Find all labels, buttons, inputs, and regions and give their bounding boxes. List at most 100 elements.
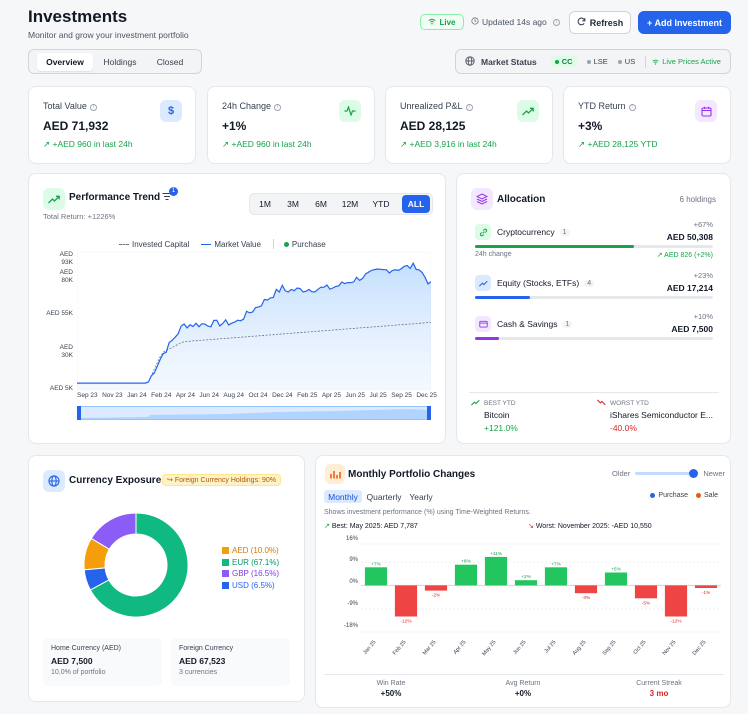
monthly-title: Monthly Portfolio Changes	[348, 469, 476, 480]
trending-up-icon	[43, 188, 65, 210]
y-tick: AED 5K	[49, 385, 73, 392]
trending-up-icon	[517, 100, 539, 122]
bar-apr-25[interactable]	[454, 564, 478, 586]
x-tick-label: Jun 25	[512, 639, 527, 656]
allocation-row-cash[interactable]: Cash & Savings 1 +10% AED 7,500	[475, 312, 713, 344]
allocation-bar	[475, 337, 713, 340]
bar-may-25[interactable]	[484, 556, 508, 586]
y-tick: 0%	[349, 579, 358, 585]
allocation-name: Cryptocurrency	[497, 227, 555, 237]
market-status-label: Market Status	[481, 56, 537, 67]
tab-holdings[interactable]: Holdings	[95, 53, 145, 71]
live-label: Live	[439, 17, 456, 27]
footer-divider	[324, 674, 724, 675]
tab-closed[interactable]: Closed	[147, 53, 193, 71]
range-6m[interactable]: 6M	[308, 196, 334, 212]
refresh-button[interactable]: Refresh	[569, 11, 631, 34]
brush-handle-right[interactable]	[427, 406, 431, 420]
info-icon: i	[465, 104, 473, 111]
bar-jan-25[interactable]	[364, 567, 388, 586]
legend-purchase: Purchase	[283, 240, 326, 249]
currency-donut	[83, 512, 189, 618]
stat-card-24h-change: 24h Change i +1% ↗ +AED 960 in last 24h	[207, 86, 375, 164]
tab-quarterly[interactable]: Quarterly	[364, 490, 404, 503]
tab-monthly[interactable]: Monthly	[324, 490, 362, 503]
legend-eur: EUR (67.1%)	[222, 557, 279, 569]
bar-value-label: +7%	[371, 561, 381, 567]
range-brush[interactable]	[77, 406, 431, 420]
total-return: Total Return: +1226%	[43, 212, 116, 221]
info-icon: i	[89, 104, 97, 111]
best-month: ↗ Best: May 2025: AED 7,787	[324, 523, 418, 530]
range-3m[interactable]: 3M	[280, 196, 306, 212]
brush-handle-left[interactable]	[77, 406, 81, 420]
range-ytd[interactable]: YTD	[366, 196, 396, 212]
allocation-row-equity[interactable]: Equity (Stocks, ETFs) 4 +23% AED 17,214	[475, 271, 713, 303]
range-all[interactable]: ALL	[402, 195, 430, 213]
allocation-count-badge: 4	[584, 279, 595, 287]
currency-legend: AED (10.0%) EUR (67.1%) GBP (16.5%) USD …	[222, 545, 279, 591]
stat-card-unrealized-pl: Unrealized P&L i AED 28,125 ↗ +AED 3,916 …	[385, 86, 553, 164]
add-investment-button[interactable]: + Add Investment	[638, 11, 731, 34]
market-us: US	[617, 57, 635, 66]
performance-legend: Invested Capital Market Value Purchase	[119, 239, 326, 249]
range-selector: 1M 3M 6M 12M YTD ALL	[249, 193, 433, 215]
y-tick: 9%	[349, 557, 358, 563]
bar-value-label: +2%	[521, 574, 531, 580]
bar-value-label: +11%	[490, 551, 503, 557]
stat-avg-return: Avg Return +0%	[505, 680, 541, 698]
allocation-card: Allocation 6 holdings Cryptocurrency 1 +6…	[456, 173, 731, 444]
allocation-title: Allocation	[497, 194, 546, 205]
link-icon	[475, 224, 491, 240]
time-slider[interactable]: Older Newer	[612, 469, 725, 478]
tab-overview[interactable]: Overview	[37, 53, 93, 71]
filter-count-badge: 1	[169, 187, 178, 196]
trending-up-icon	[471, 398, 480, 408]
updated-label: Updated 14s ago	[482, 17, 547, 27]
bar-oct-25[interactable]	[634, 585, 658, 599]
stat-current-streak: Current Streak 3 mo	[636, 680, 682, 698]
allocation-name: Cash & Savings	[497, 319, 558, 329]
y-tick: AED 80K	[59, 269, 73, 284]
tab-yearly[interactable]: Yearly	[406, 490, 436, 503]
market-lse: LSE	[586, 57, 608, 66]
legend-invested-capital: Invested Capital	[119, 240, 189, 249]
filter-button[interactable]: 1	[162, 187, 178, 203]
market-status-bar: Market Status CC LSE US Live Prices Acti…	[455, 49, 731, 74]
bar-sep-25[interactable]	[604, 572, 628, 586]
bar-feb-25[interactable]	[394, 585, 418, 617]
bar-jul-25[interactable]	[544, 567, 568, 586]
y-tick: AED 30K	[59, 344, 73, 359]
divider	[469, 392, 719, 393]
bar-mar-25[interactable]	[424, 585, 448, 591]
bar-nov-25[interactable]	[664, 585, 688, 617]
globe-icon	[43, 470, 65, 492]
slider-thumb[interactable]	[689, 469, 699, 478]
x-tick-label: Mar 25	[422, 639, 438, 656]
bar-value-label: +7%	[551, 561, 561, 567]
live-prices-status: Live Prices Active	[652, 57, 721, 67]
worst-month: ↘ Worst: November 2025: -AED 10,550	[528, 523, 652, 530]
bar-jun-25[interactable]	[514, 580, 538, 586]
trending-up-icon	[475, 275, 491, 291]
allocation-bar-fill	[475, 245, 635, 248]
range-1m[interactable]: 1M	[252, 196, 278, 212]
view-tabs: Overview Holdings Closed	[28, 49, 202, 74]
info-icon: i	[274, 104, 282, 111]
refresh-icon	[577, 17, 586, 28]
x-tick-label: Aug 25	[572, 639, 588, 656]
best-ytd: BEST YTD Bitcoin +121.0%	[471, 398, 591, 433]
bar-aug-25[interactable]	[574, 585, 598, 594]
bar-value-label: +8%	[461, 559, 471, 565]
bar-dec-25[interactable]	[694, 585, 718, 588]
y-tick: -18%	[343, 623, 358, 629]
live-badge: Live	[420, 14, 464, 30]
wallet-icon	[475, 316, 491, 332]
page-title: Investments	[28, 7, 128, 26]
range-12m[interactable]: 12M	[336, 196, 364, 212]
info-icon: i	[628, 104, 636, 111]
slider-track[interactable]	[635, 469, 699, 478]
allocation-row-crypto[interactable]: Cryptocurrency 1 +67% AED 50,308 24h chan…	[475, 220, 713, 262]
currency-title: Currency Exposure	[69, 475, 162, 486]
globe-icon	[465, 55, 475, 68]
